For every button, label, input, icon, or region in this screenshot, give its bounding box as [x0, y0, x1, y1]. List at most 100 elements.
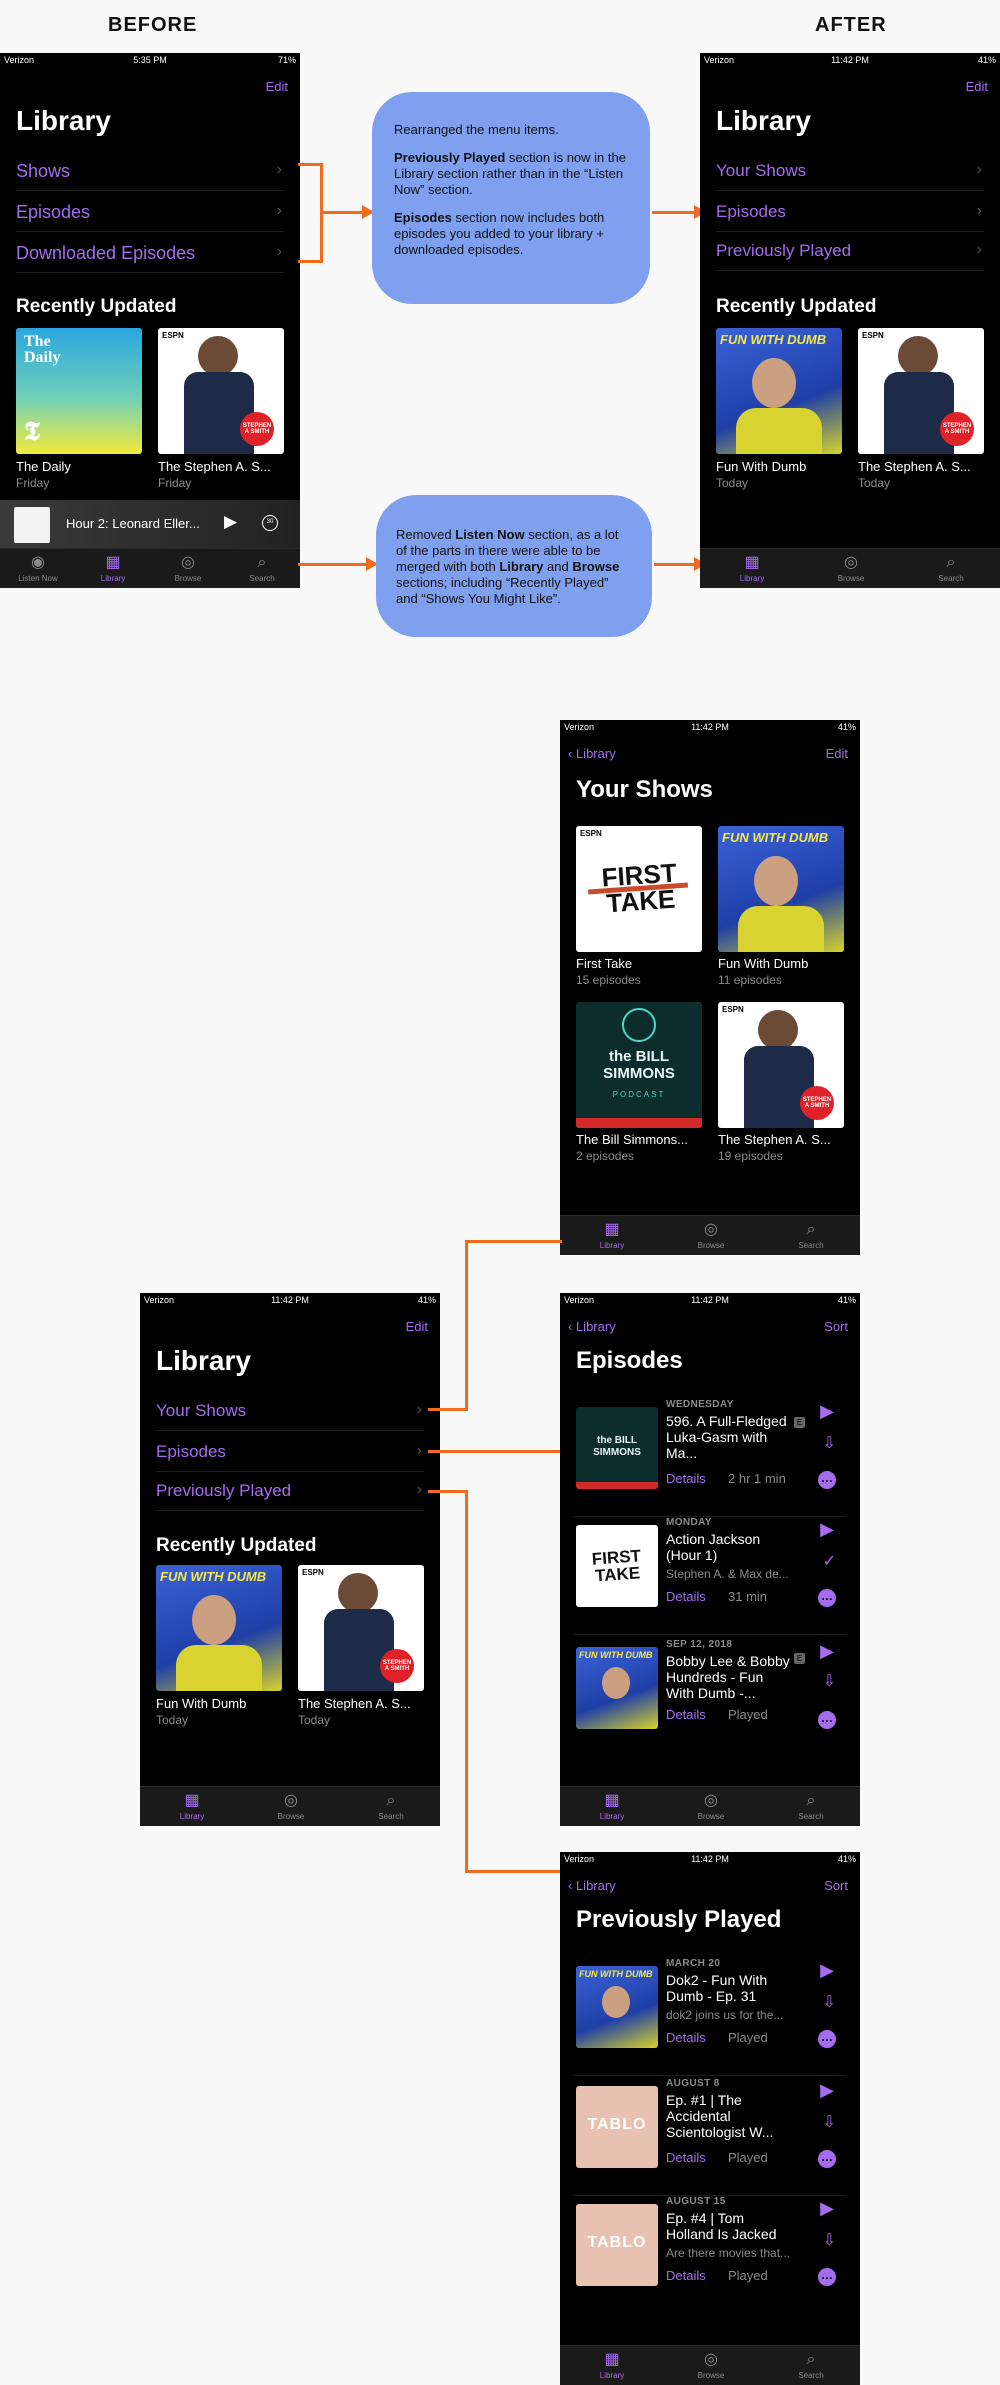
tab-library[interactable]: ▦ Library [582, 1219, 642, 1250]
menu-item-downloaded[interactable]: Downloaded Episodes › [16, 233, 284, 273]
play-icon[interactable]: ▶ [224, 512, 237, 532]
tab-browse[interactable]: ◎ Browse [821, 552, 881, 583]
note-text: and [543, 559, 573, 574]
menu-label: Episodes [716, 202, 786, 221]
thumb-title: FIRST TAKE [591, 1546, 642, 1586]
episode-title: Bobby Lee & Bobby Hundreds - Fun With Du… [666, 1653, 790, 1701]
download-icon[interactable]: ⇩ [823, 2112, 836, 2132]
annotation-menu-change: Rearranged the menu items. Previously Pl… [372, 92, 650, 304]
note-bold: Episodes [394, 210, 452, 225]
play-icon[interactable]: ▶ [820, 1960, 834, 1981]
episode-date: AUGUST 8 [666, 2078, 720, 2089]
play-icon[interactable]: ▶ [820, 1519, 834, 1540]
more-icon[interactable]: … [818, 1711, 836, 1729]
sort-button[interactable]: Sort [824, 1319, 848, 1334]
fun-with-dumb-artwork[interactable]: FUN WITH DUMB [156, 1565, 282, 1691]
tab-listen-now[interactable]: ◉ Listen Now [8, 552, 68, 583]
tab-browse[interactable]: ◎ Browse [158, 552, 218, 583]
download-icon[interactable]: ⇩ [823, 2230, 836, 2250]
menu-item-your-shows[interactable]: Your Shows › [716, 151, 984, 191]
tab-search[interactable]: ⌕ Search [361, 1790, 421, 1821]
download-icon[interactable]: ⇩ [823, 1671, 836, 1691]
edit-button[interactable]: Edit [966, 79, 988, 94]
tab-browse[interactable]: ◎ Browse [261, 1790, 321, 1821]
clock: 11:42 PM [691, 1854, 729, 1864]
details-link[interactable]: Details [666, 2150, 706, 2165]
tab-library[interactable]: ▦ Library [722, 552, 782, 583]
menu-item-episodes[interactable]: Episodes › [156, 1432, 424, 1472]
play-icon[interactable]: ▶ [820, 1641, 834, 1662]
details-link[interactable]: Details [666, 2030, 706, 2045]
stephen-a-smith-artwork[interactable]: ESPN STEPHEN A SMITH [158, 328, 284, 454]
person-figure-icon [754, 856, 798, 906]
stephen-a-smith-artwork[interactable]: ESPN STEPHEN A SMITH [858, 328, 984, 454]
more-icon[interactable]: … [818, 2268, 836, 2286]
play-icon[interactable]: ▶ [820, 2198, 834, 2219]
tab-library[interactable]: ▦ Library [582, 2349, 642, 2380]
episode-row[interactable]: the BILL SIMMONS WEDNESDAY 596. A Full-F… [574, 1399, 846, 1517]
download-icon[interactable]: ⇩ [823, 1992, 836, 2012]
tab-label: Search [798, 2371, 824, 2380]
bill-simmons-artwork[interactable]: the BILL SIMMONS PODCAST [576, 1002, 702, 1128]
more-icon[interactable]: … [818, 1589, 836, 1607]
tab-search[interactable]: ⌕ Search [921, 552, 981, 583]
tab-browse[interactable]: ◎ Browse [681, 2349, 741, 2380]
chevron-right-icon: › [416, 1481, 422, 1498]
details-link[interactable]: Details [666, 1589, 706, 1604]
stephen-a-smith-artwork[interactable]: ESPN STEPHEN A SMITH [718, 1002, 844, 1128]
details-link[interactable]: Details [666, 1707, 706, 1722]
menu-label: Previously Played [156, 1481, 292, 1500]
edit-button[interactable]: Edit [826, 746, 848, 761]
chevron-right-icon: › [276, 161, 282, 178]
download-icon[interactable]: ⇩ [823, 1433, 836, 1453]
status-bar: Verizon 5:35 PM 71% [0, 53, 300, 67]
skip-forward-icon[interactable]: 30 [262, 515, 278, 531]
note-line: Episodes section now includes both episo… [394, 210, 628, 258]
menu-item-previously-played[interactable]: Previously Played › [716, 231, 984, 271]
sort-button[interactable]: Sort [824, 1878, 848, 1893]
more-icon[interactable]: … [818, 2030, 836, 2048]
episode-row[interactable]: FUN WITH DUMB MARCH 20 Dok2 - Fun With D… [574, 1958, 846, 2076]
tab-search[interactable]: ⌕ Search [781, 2349, 841, 2380]
back-button[interactable]: ‹ Library [568, 746, 616, 761]
now-playing-bar[interactable]: Hour 2: Leonard Eller... ▶ 30 [0, 500, 300, 548]
more-icon[interactable]: … [818, 1471, 836, 1489]
tab-library[interactable]: ▦ Library [582, 1790, 642, 1821]
stephen-a-smith-artwork[interactable]: ESPN STEPHEN A SMITH [298, 1565, 424, 1691]
play-icon[interactable]: ▶ [820, 2080, 834, 2101]
menu-item-your-shows[interactable]: Your Shows › [156, 1391, 424, 1431]
fun-with-dumb-artwork[interactable]: FUN WITH DUMB [716, 328, 842, 454]
edit-button[interactable]: Edit [406, 1319, 428, 1334]
page-title: Previously Played [576, 1906, 782, 1933]
menu-item-episodes[interactable]: Episodes › [716, 192, 984, 232]
tab-label: Listen Now [18, 574, 58, 583]
play-icon[interactable]: ▶ [820, 1401, 834, 1422]
back-button[interactable]: ‹ Library [568, 1319, 616, 1334]
first-take-artwork[interactable]: ESPN FIRST TAKE [576, 826, 702, 952]
podcast-icon: ◎ [181, 554, 195, 571]
details-link[interactable]: Details [666, 2268, 706, 2283]
episode-row[interactable]: FIRST TAKE MONDAY Action Jackson (Hour 1… [574, 1517, 846, 1635]
tab-browse[interactable]: ◎ Browse [681, 1219, 741, 1250]
episode-row[interactable]: TABLO AUGUST 8 Ep. #1 | The Accidental S… [574, 2078, 846, 2196]
details-link[interactable]: Details [666, 1471, 706, 1486]
episode-row[interactable]: TABLO AUGUST 15 Ep. #4 | Tom Holland Is … [574, 2196, 846, 2314]
episode-row[interactable]: FUN WITH DUMB SEP 12, 2018 Bobby Lee & B… [574, 1639, 846, 1757]
library-icon: ▦ [604, 1792, 620, 1809]
menu-item-previously-played[interactable]: Previously Played › [156, 1471, 424, 1511]
tab-search[interactable]: ⌕ Search [781, 1790, 841, 1821]
suit-icon [184, 372, 254, 454]
edit-button[interactable]: Edit [266, 79, 288, 94]
the-daily-artwork[interactable]: The Daily 𝕿 [16, 328, 142, 454]
tab-search[interactable]: ⌕ Search [781, 1219, 841, 1250]
show-count: 19 episodes [718, 1149, 783, 1163]
tab-library[interactable]: ▦ Library [162, 1790, 222, 1821]
fun-with-dumb-artwork[interactable]: FUN WITH DUMB [718, 826, 844, 952]
menu-item-episodes[interactable]: Episodes › [16, 192, 284, 232]
menu-item-shows[interactable]: Shows › [16, 151, 284, 191]
tab-browse[interactable]: ◎ Browse [681, 1790, 741, 1821]
back-button[interactable]: ‹ Library [568, 1878, 616, 1893]
tab-library[interactable]: ▦ Library [83, 552, 143, 583]
more-icon[interactable]: … [818, 2150, 836, 2168]
tab-search[interactable]: ⌕ Search [232, 552, 292, 583]
